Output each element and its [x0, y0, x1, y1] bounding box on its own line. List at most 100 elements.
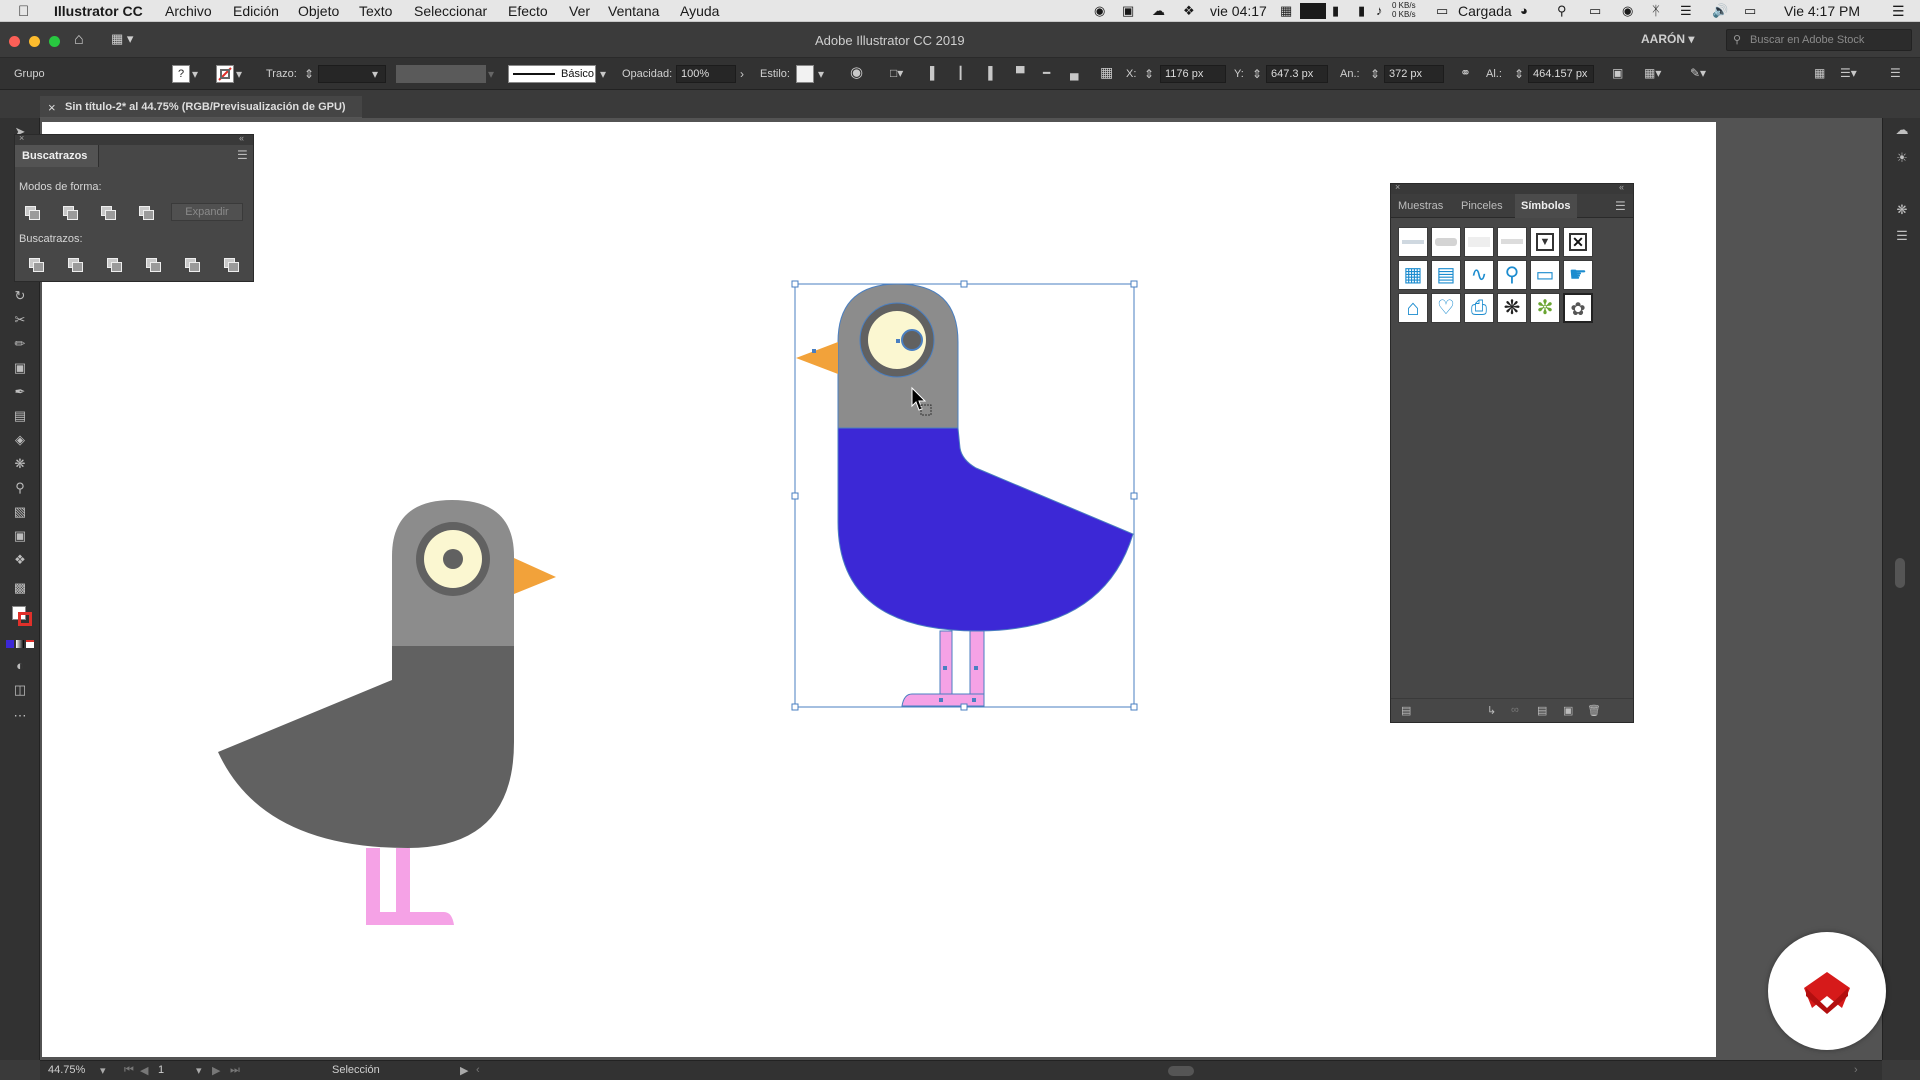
first-artboard-icon[interactable]: ⏮: [124, 1064, 134, 1077]
screen-mode-icon[interactable]: ◫: [10, 682, 30, 700]
anchor-point[interactable]: [972, 698, 976, 702]
collapse-panel-icon[interactable]: «: [1619, 182, 1624, 192]
pigeon-gray[interactable]: [218, 500, 556, 925]
home-symbol-icon[interactable]: ⌂: [1398, 293, 1428, 323]
zoom-tool-icon[interactable]: ⚲: [10, 480, 30, 498]
previous-artboard-icon[interactable]: ◀: [140, 1064, 148, 1077]
draw-mode-icon[interactable]: ◐: [10, 658, 30, 676]
new-symbol-icon[interactable]: ▣: [1563, 704, 1573, 717]
search-symbol-icon[interactable]: ⚲: [1497, 260, 1527, 290]
divide-icon[interactable]: [28, 257, 44, 272]
artboard-dropdown-icon[interactable]: ▾: [196, 1064, 202, 1077]
symbol-swatch-close[interactable]: ✕: [1563, 227, 1593, 257]
artboard-tool-icon[interactable]: ▣: [10, 528, 30, 546]
zoom-level[interactable]: 44.75%: [48, 1064, 85, 1076]
outline-icon[interactable]: [184, 257, 200, 272]
symbol-swatch[interactable]: [1431, 227, 1461, 257]
pigeon-blue-body[interactable]: [837, 427, 1134, 632]
scissors-tool-icon[interactable]: ✂: [10, 312, 30, 330]
puppet-warp-tool-icon[interactable]: ❖: [10, 552, 30, 570]
grid-symbol-icon[interactable]: ▦: [1398, 260, 1428, 290]
horizontal-scrollbar-thumb[interactable]: [1168, 1066, 1194, 1076]
rss-symbol-icon[interactable]: ∿: [1464, 260, 1494, 290]
symbol-swatch[interactable]: [1464, 227, 1494, 257]
panel-drag-bar[interactable]: × «: [1391, 182, 1633, 194]
last-artboard-icon[interactable]: ⏭: [230, 1064, 240, 1077]
symbol-options-icon[interactable]: ▤: [1537, 704, 1547, 717]
tab-pinceles[interactable]: Pinceles: [1455, 194, 1515, 218]
none-mode-icon[interactable]: [26, 640, 34, 648]
handle-top-left[interactable]: [791, 280, 799, 288]
zoom-dropdown-icon[interactable]: ▾: [100, 1064, 106, 1077]
panel-menu-icon[interactable]: ☰: [1615, 199, 1626, 213]
current-tool-status[interactable]: Selección: [332, 1064, 380, 1076]
handle-top-right[interactable]: [1130, 280, 1138, 288]
anchor-point[interactable]: [939, 698, 943, 702]
merge-icon[interactable]: [106, 257, 122, 272]
pigeon-gray-body[interactable]: [218, 640, 514, 848]
pigeon-symbol-icon[interactable]: ✿: [1563, 293, 1593, 323]
shape-builder-tool-icon[interactable]: ▣: [10, 360, 30, 378]
crop-icon[interactable]: [145, 257, 161, 272]
close-panel-icon[interactable]: ×: [19, 133, 24, 143]
anchor-point[interactable]: [943, 666, 947, 670]
tab-pathfinder[interactable]: Buscatrazos: [15, 145, 99, 167]
appearance-icon[interactable]: ☀: [1893, 150, 1911, 168]
break-link-icon[interactable]: ∞: [1511, 704, 1519, 716]
collapse-panel-icon[interactable]: «: [239, 133, 244, 143]
symbol-swatch[interactable]: [1398, 227, 1428, 257]
stroke-color-box[interactable]: [18, 612, 32, 626]
unite-icon[interactable]: [24, 205, 40, 220]
handle-bottom-right[interactable]: [1130, 703, 1138, 711]
panel-drag-bar[interactable]: × «: [15, 133, 253, 145]
gradient-tool-icon[interactable]: ▤: [10, 408, 30, 426]
anchor-point[interactable]: [812, 349, 816, 353]
handle-bottom-center[interactable]: [960, 703, 968, 711]
next-artboard-icon[interactable]: ▶: [212, 1064, 220, 1077]
browser-symbol-icon[interactable]: ▤: [1431, 260, 1461, 290]
scroll-right-icon[interactable]: ›: [1854, 1064, 1858, 1076]
default-colors-icon[interactable]: ▩: [10, 580, 30, 598]
minus-front-icon[interactable]: [62, 205, 78, 220]
printer-symbol-icon[interactable]: ⎙: [1464, 293, 1494, 323]
gradient-mode-icon[interactable]: [16, 640, 24, 648]
scroll-left-icon[interactable]: ‹: [476, 1064, 480, 1076]
symbols-panel-icon[interactable]: ❋: [1893, 202, 1911, 220]
symbol-libraries-icon[interactable]: ▤: [1401, 704, 1411, 717]
vertical-scrollbar-thumb[interactable]: [1895, 558, 1905, 588]
handle-bottom-left[interactable]: [791, 703, 799, 711]
place-symbol-icon[interactable]: ↳: [1487, 704, 1496, 717]
cart-symbol-icon[interactable]: ☛: [1563, 260, 1593, 290]
eyedropper-tool-icon[interactable]: ✒: [10, 384, 30, 402]
rotate-tool-icon[interactable]: ↻: [10, 288, 30, 306]
tab-simbolos[interactable]: Símbolos: [1515, 194, 1577, 218]
blend-tool-icon[interactable]: ◈: [10, 432, 30, 450]
delete-symbol-icon[interactable]: 🗑: [1587, 704, 1601, 717]
trim-icon[interactable]: [67, 257, 83, 272]
symbol-swatch-dropdown[interactable]: ▼: [1530, 227, 1560, 257]
credit-card-symbol-icon[interactable]: ▭: [1530, 260, 1560, 290]
edit-toolbar-icon[interactable]: ⋯: [10, 708, 30, 726]
artboard-number[interactable]: 1: [158, 1064, 164, 1076]
layers-panel-icon[interactable]: ☰: [1893, 228, 1911, 246]
pigeon-blue-selected[interactable]: [796, 283, 1134, 707]
close-panel-icon[interactable]: ×: [1395, 182, 1400, 192]
symbol-sprayer-tool-icon[interactable]: ❋: [10, 456, 30, 474]
panel-menu-icon[interactable]: ☰: [237, 148, 248, 162]
anchor-point[interactable]: [974, 666, 978, 670]
symbol-swatch[interactable]: [1497, 227, 1527, 257]
handle-middle-left[interactable]: [791, 492, 799, 500]
tab-muestras[interactable]: Muestras: [1391, 194, 1455, 218]
exclude-icon[interactable]: [138, 205, 154, 220]
minus-back-icon[interactable]: [223, 257, 239, 272]
handle-top-center[interactable]: [960, 280, 968, 288]
libraries-icon[interactable]: ☁: [1893, 122, 1911, 140]
handle-middle-right[interactable]: [1130, 492, 1138, 500]
expand-button[interactable]: Expandir: [171, 203, 243, 221]
ant-symbol-icon[interactable]: ❋: [1497, 293, 1527, 323]
color-mode-icon[interactable]: [6, 640, 14, 648]
grasshopper-symbol-icon[interactable]: ✼: [1530, 293, 1560, 323]
pencil-tool-icon[interactable]: ✏: [10, 336, 30, 354]
status-expand-icon[interactable]: ▶: [460, 1064, 468, 1077]
heart-plus-symbol-icon[interactable]: ♡: [1431, 293, 1461, 323]
